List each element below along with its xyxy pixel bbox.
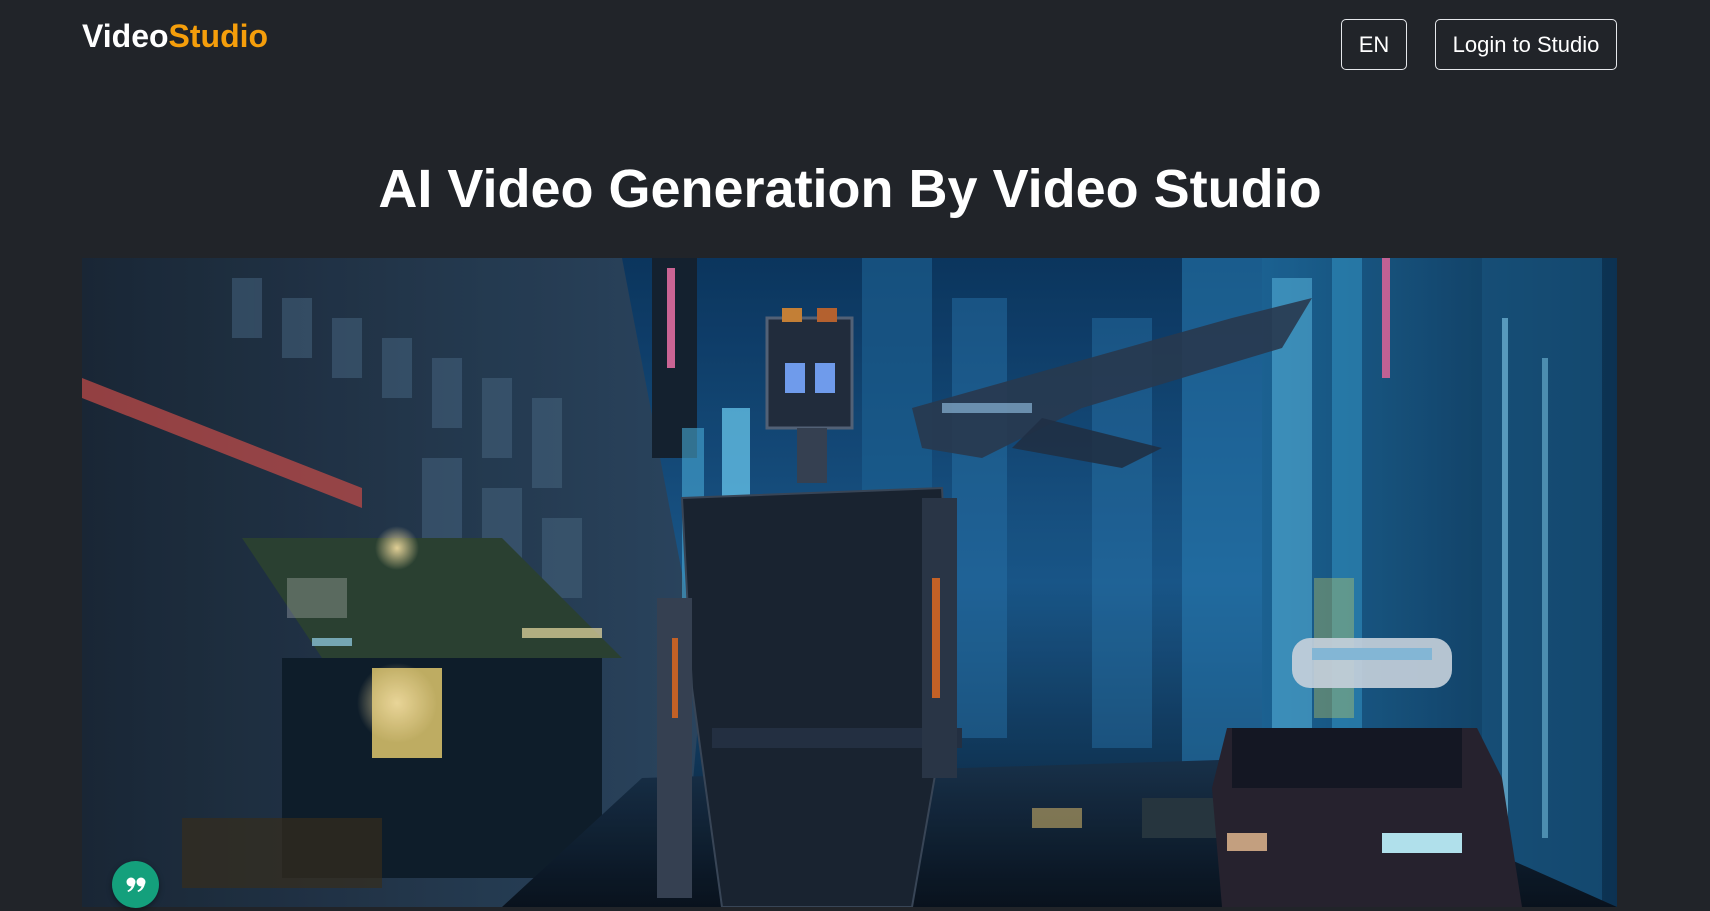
video-frame-illustration [82, 258, 1617, 907]
brand-accent-text: Studio [168, 18, 269, 54]
hero-video[interactable] [82, 258, 1617, 907]
quote-chat-button[interactable] [112, 861, 159, 908]
login-button[interactable]: Login to Studio [1435, 19, 1617, 70]
hero-title: AI Video Generation By Video Studio [378, 159, 1322, 219]
quote-icon [126, 877, 145, 892]
brand-primary-text: Video [82, 18, 169, 54]
language-selector-button[interactable]: EN [1341, 19, 1407, 70]
brand-logo[interactable]: VideoStudio [82, 18, 268, 55]
landing-page: VideoStudio EN Login to Studio AI Video … [0, 0, 1710, 911]
